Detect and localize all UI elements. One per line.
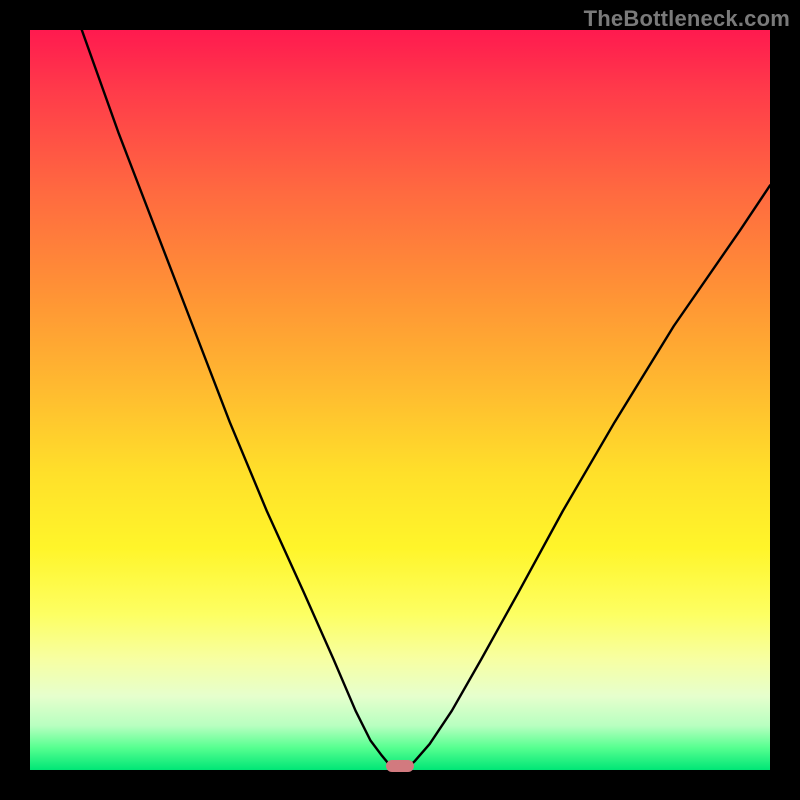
chart-stage: TheBottleneck.com — [0, 0, 800, 800]
curve-path — [82, 30, 770, 768]
plot-area — [30, 30, 770, 770]
bottleneck-curve — [30, 30, 770, 770]
minimum-marker — [386, 760, 414, 772]
watermark-text: TheBottleneck.com — [584, 6, 790, 32]
